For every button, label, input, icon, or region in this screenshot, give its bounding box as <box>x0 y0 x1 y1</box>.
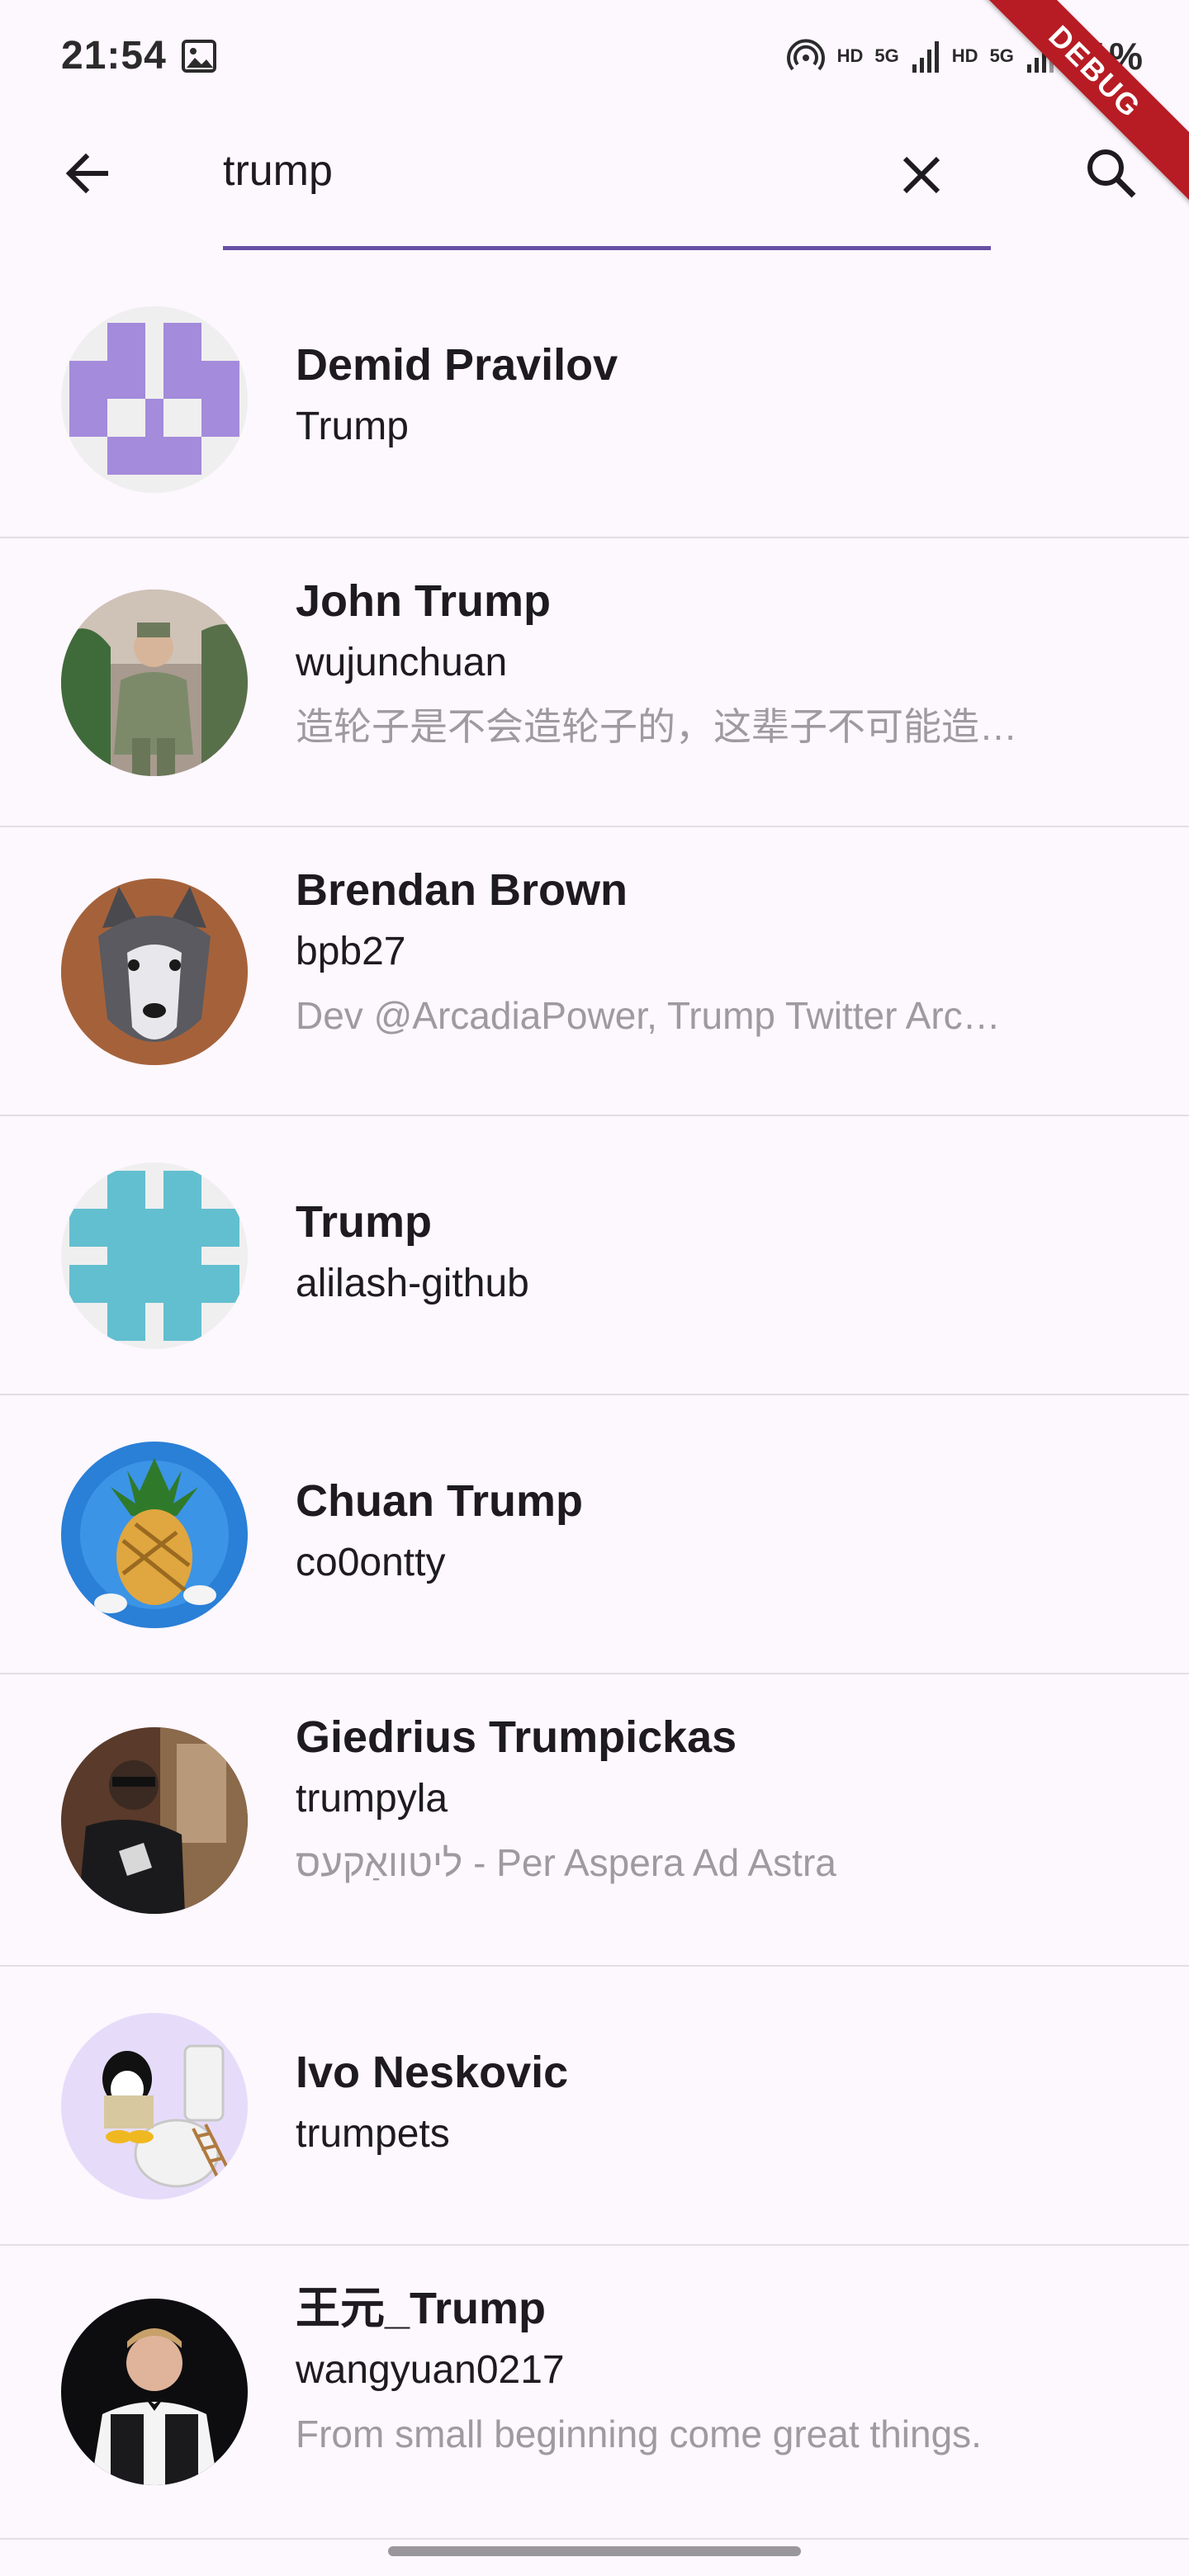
penguin-avatar <box>61 2013 248 2200</box>
user-name: Demid Pravilov <box>296 340 618 390</box>
signal-icon-1 <box>912 41 939 73</box>
husky-photo-avatar <box>61 878 248 1065</box>
user-name: John Trump <box>296 576 551 626</box>
user-bio: Dev @ArcadiaPower, Trump Twitter Arc… <box>296 994 1001 1037</box>
user-login: Trump <box>296 405 409 448</box>
avatar <box>61 1442 248 1628</box>
photo-avatar <box>61 590 248 776</box>
hd-label-1: HD <box>836 45 864 66</box>
search-results-list: Demid Pravilov Trump John Trump wujunchu… <box>0 261 1189 2540</box>
user-login: wujunchuan <box>296 641 508 684</box>
user-name: Chuan Trump <box>296 1476 583 1526</box>
user-login: trumpyla <box>296 1777 448 1821</box>
user-name: Trump <box>296 1197 433 1247</box>
list-item[interactable]: 王元_Trump wangyuan0217 From small beginni… <box>0 2246 1189 2540</box>
avatar <box>61 306 248 493</box>
list-item[interactable]: Brendan Brown bpb27 Dev @ArcadiaPower, T… <box>0 827 1189 1116</box>
user-login: trumpets <box>296 2112 450 2156</box>
back-button[interactable] <box>50 135 126 211</box>
list-item[interactable]: Ivo Neskovic trumpets <box>0 1967 1189 2246</box>
list-item[interactable]: John Trump wujunchuan 造轮子是不会造轮子的，这辈子不可能造… <box>0 538 1189 827</box>
list-item[interactable]: Trump alilash-github <box>0 1116 1189 1395</box>
user-bio: ליטוואַקעס - Per Aspera Ad Astra <box>296 1841 836 1884</box>
user-name: Ivo Neskovic <box>296 2048 569 2097</box>
clear-search-button[interactable] <box>883 137 959 213</box>
avatar <box>61 590 248 776</box>
user-login: bpb27 <box>296 930 406 973</box>
search-button[interactable] <box>1073 135 1149 211</box>
close-icon <box>902 156 940 194</box>
list-item[interactable]: Chuan Trump co0ontty <box>0 1395 1189 1674</box>
user-name: Giedrius Trumpickas <box>296 1712 737 1762</box>
list-item[interactable]: Giedrius Trumpickas trumpyla ליטוואַקעס … <box>0 1674 1189 1967</box>
user-login: co0ontty <box>296 1541 446 1584</box>
user-name: Brendan Brown <box>296 865 628 915</box>
hd-label-2: HD <box>951 45 978 66</box>
user-login: wangyuan0217 <box>296 2348 565 2392</box>
gallery-icon <box>182 40 216 73</box>
hotspot-icon <box>786 39 825 71</box>
user-name: 王元_Trump <box>296 2284 547 2333</box>
photo-avatar <box>61 2299 248 2485</box>
avatar <box>61 2299 248 2485</box>
identicon-avatar <box>61 1163 248 1349</box>
search-input[interactable] <box>223 134 850 208</box>
search-app-bar <box>0 112 1189 261</box>
search-icon <box>1087 149 1136 198</box>
avatar <box>61 878 248 1065</box>
pineapple-avatar <box>61 1442 248 1628</box>
network-label-1: 5G <box>874 45 899 66</box>
avatar <box>61 1727 248 1914</box>
avatar <box>61 2013 248 2200</box>
arrow-back-icon <box>65 153 108 194</box>
list-item[interactable]: Demid Pravilov Trump <box>0 261 1189 538</box>
identicon-avatar <box>61 306 248 493</box>
user-bio: From small beginning come great things. <box>296 2413 982 2455</box>
search-field[interactable] <box>223 112 991 250</box>
photo-avatar <box>61 1727 248 1914</box>
user-bio: 造轮子是不会造轮子的，这辈子不可能造… <box>296 705 1017 748</box>
home-indicator[interactable] <box>388 2546 801 2556</box>
user-login: alilash-github <box>296 1262 529 1305</box>
avatar <box>61 1163 248 1349</box>
status-time: 21:54 <box>61 34 167 78</box>
network-label-2: 5G <box>989 45 1014 66</box>
